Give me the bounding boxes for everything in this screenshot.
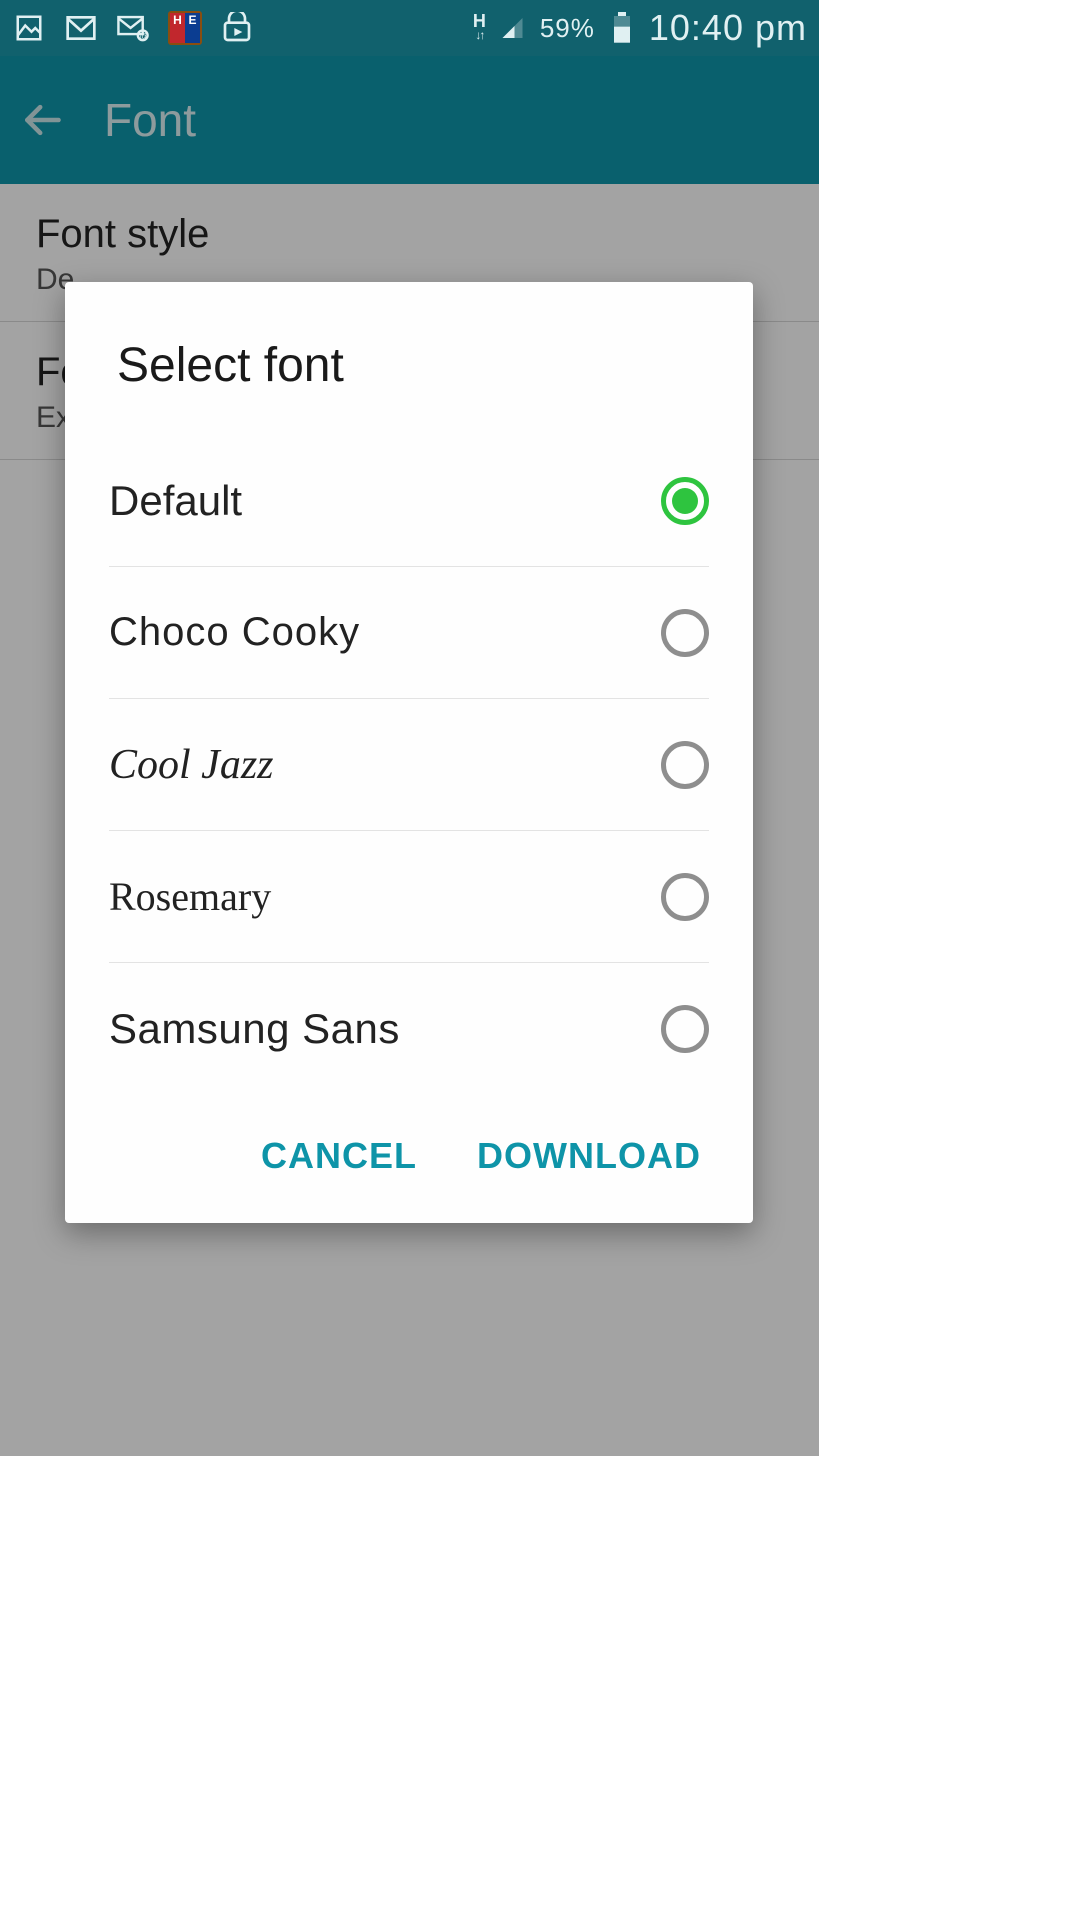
select-font-dialog: Select font Default Choco Cooky Cool Jazz R… bbox=[65, 282, 753, 1223]
font-option-cool-jazz[interactable]: Cool Jazz bbox=[109, 699, 709, 831]
svg-text:@: @ bbox=[140, 31, 149, 41]
radio-icon[interactable] bbox=[661, 741, 709, 789]
clock: 10:40 pm bbox=[649, 7, 807, 49]
radio-icon[interactable] bbox=[661, 609, 709, 657]
mobile-data-icon: H ↓↑ bbox=[473, 14, 486, 42]
font-option-list: Default Choco Cooky Cool Jazz Rosemary Samsu… bbox=[65, 435, 753, 1095]
font-option-label: Samsung Sans bbox=[109, 1005, 400, 1053]
cancel-button[interactable]: CANCEL bbox=[261, 1135, 417, 1177]
signal-icon bbox=[496, 11, 530, 45]
battery-percentage: 59% bbox=[540, 13, 595, 44]
status-bar: @ HE H ↓↑ 59% 10:40 pm bbox=[0, 0, 819, 56]
dictionary-app-icon: HE bbox=[168, 11, 202, 45]
mail-at-icon: @ bbox=[116, 11, 150, 45]
gallery-icon bbox=[12, 11, 46, 45]
font-option-label: Rosemary bbox=[109, 873, 271, 920]
status-left-icons: @ HE bbox=[12, 11, 254, 45]
font-option-samsung-sans[interactable]: Samsung Sans bbox=[109, 963, 709, 1095]
dialog-actions: CANCEL DOWNLOAD bbox=[65, 1095, 753, 1223]
dialog-title: Select font bbox=[65, 338, 753, 435]
font-option-default[interactable]: Default bbox=[109, 435, 709, 567]
download-button[interactable]: DOWNLOAD bbox=[477, 1135, 701, 1177]
status-right: H ↓↑ 59% 10:40 pm bbox=[473, 7, 807, 49]
play-store-icon bbox=[220, 11, 254, 45]
battery-icon bbox=[605, 11, 639, 45]
radio-icon[interactable] bbox=[661, 477, 709, 525]
radio-icon[interactable] bbox=[661, 1005, 709, 1053]
gmail-icon bbox=[64, 11, 98, 45]
font-option-label: Cool Jazz bbox=[109, 741, 274, 789]
font-option-rosemary[interactable]: Rosemary bbox=[109, 831, 709, 963]
font-option-choco-cooky[interactable]: Choco Cooky bbox=[109, 567, 709, 699]
font-option-label: Default bbox=[109, 477, 242, 525]
font-option-label: Choco Cooky bbox=[109, 610, 360, 655]
radio-icon[interactable] bbox=[661, 873, 709, 921]
